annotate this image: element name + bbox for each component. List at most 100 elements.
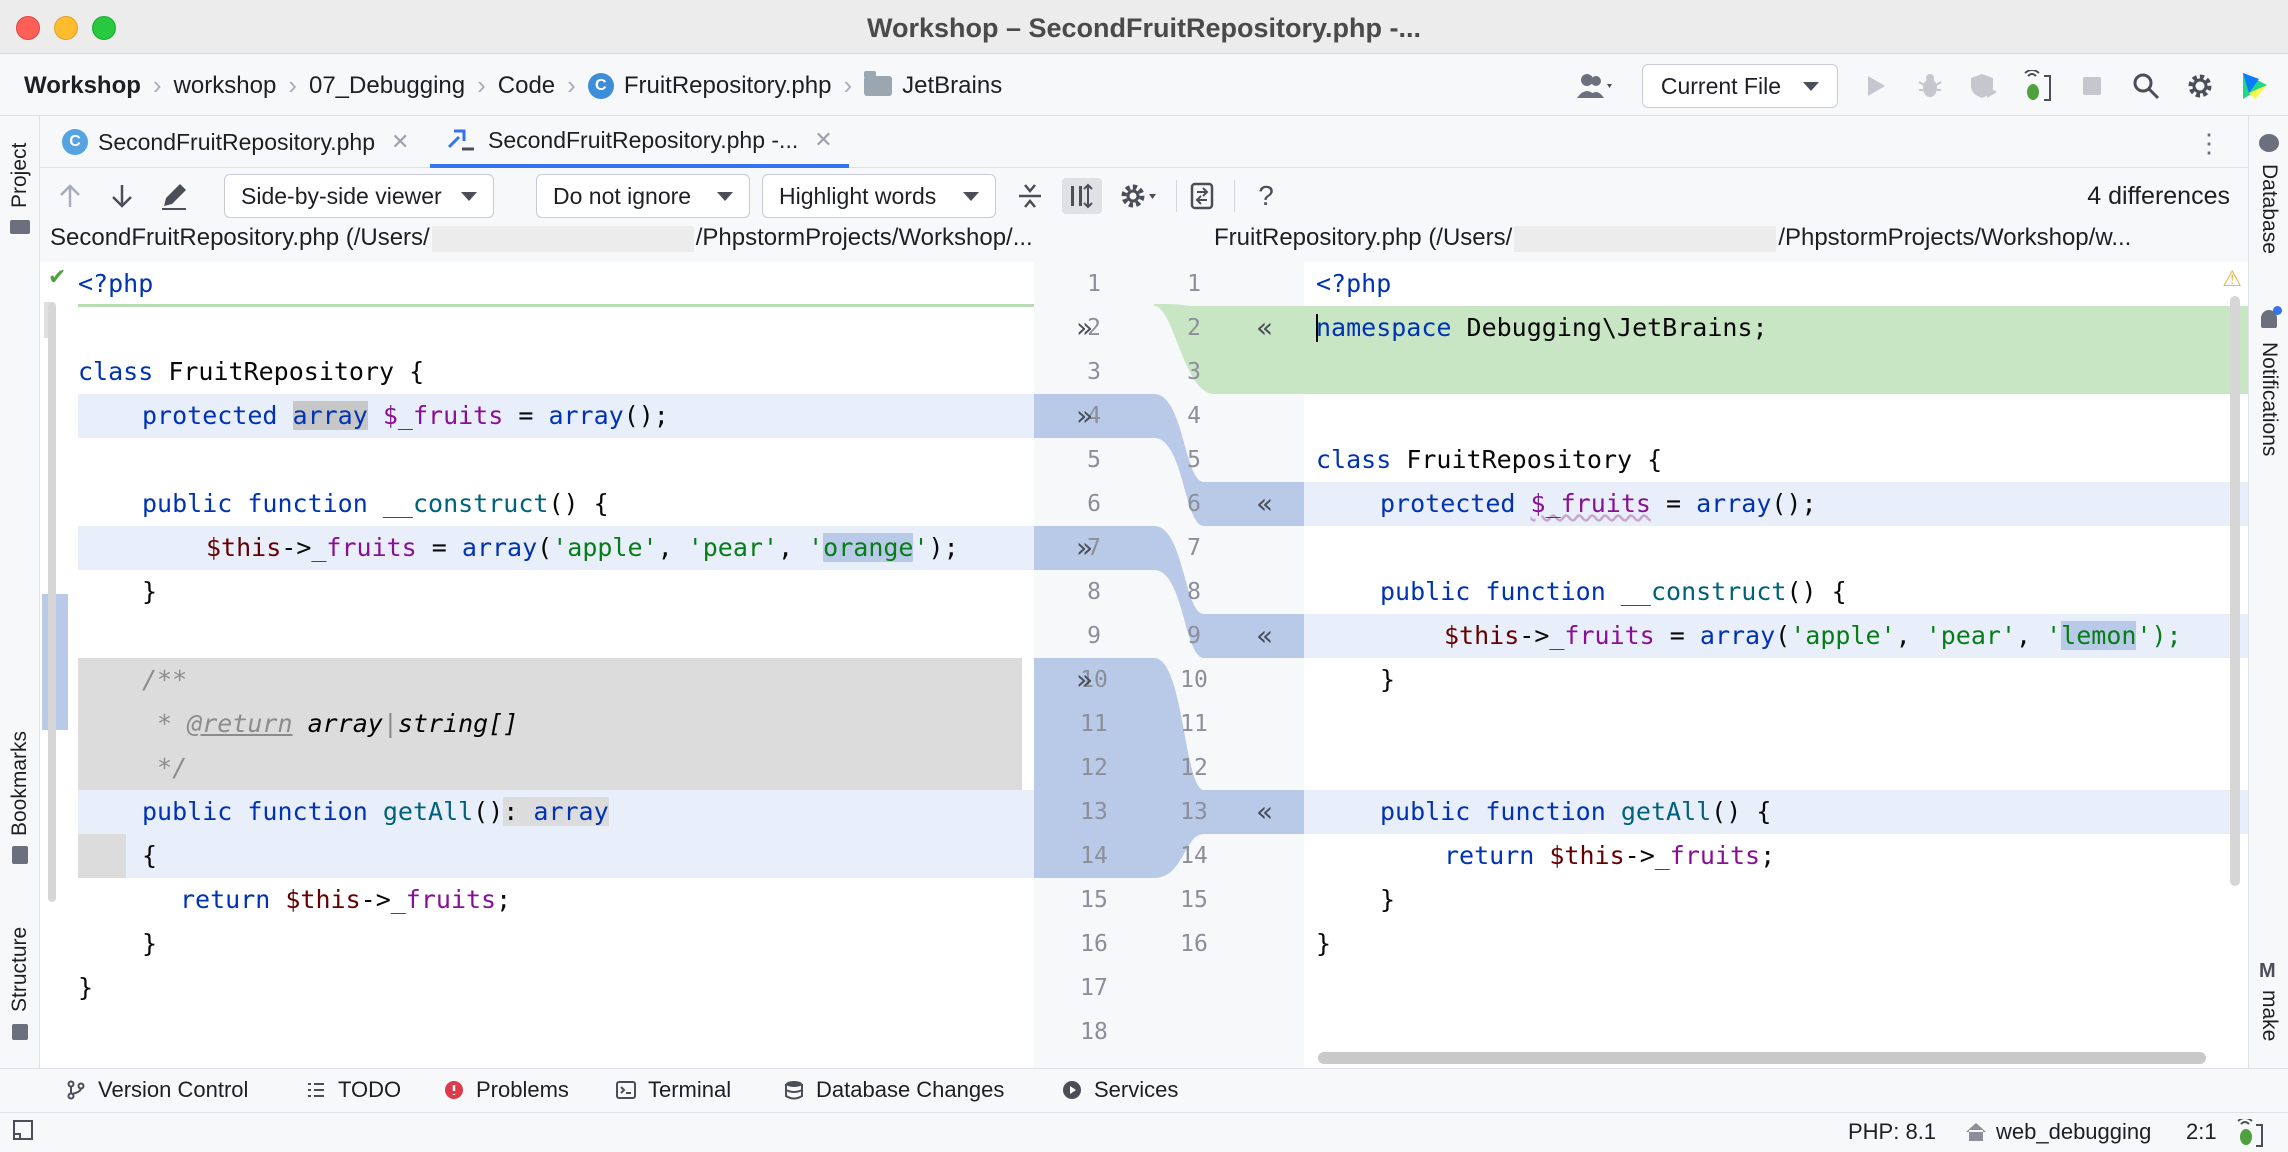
redacted-username [431, 225, 694, 252]
debug-connections-icon[interactable] [2236, 1119, 2264, 1147]
viewer-mode-dropdown[interactable]: Side-by-side viewer [224, 174, 494, 218]
database-icon[interactable] [2259, 134, 2279, 152]
swap-sides-icon[interactable] [1186, 180, 1218, 212]
apply-left-change-icon[interactable]: » [1076, 658, 1093, 702]
run-configuration-dropdown[interactable]: Current File [1641, 64, 1838, 108]
right-path-suffix: /PhpstormProjects/Workshop/w... [1778, 224, 2132, 251]
breadcrumb-item-code[interactable]: Code [498, 72, 555, 100]
gear-icon[interactable] [2184, 70, 2216, 102]
breadcrumb-item-namespace[interactable]: JetBrains [864, 70, 1002, 100]
diff-gutter: 1 2 3 4 5 6 7 8 9 10 11 12 13 14 15 16 1… [1034, 262, 1304, 1068]
sync-scroll-icon[interactable] [1062, 178, 1102, 214]
apply-right-change-icon[interactable]: « [1256, 790, 1273, 834]
breadcrumb-item-project[interactable]: Workshop [24, 72, 141, 100]
tool-window-bar: Version Control TODO Problems Terminal D… [0, 1068, 2288, 1112]
make-tool-button[interactable]: make [2257, 990, 2281, 1041]
coverage-icon[interactable] [1968, 70, 2000, 102]
user-icon[interactable] [1572, 70, 1620, 102]
tool-version-control[interactable]: Version Control [66, 1077, 248, 1103]
run-icon[interactable] [1860, 70, 1892, 102]
left-vertical-scrollbar[interactable] [48, 302, 56, 902]
server-selector[interactable]: web_debugging [1964, 1119, 2151, 1145]
listen-debug-connections-icon[interactable] [2022, 70, 2054, 102]
debug-icon[interactable] [1914, 70, 1946, 102]
edit-source-icon[interactable] [158, 180, 190, 212]
left-line-number: 11 [1080, 711, 1108, 737]
code-token: __construct [382, 489, 549, 518]
apply-right-change-icon[interactable]: « [1256, 306, 1273, 350]
right-line-number: 2 [1187, 315, 1201, 341]
code-token: ' [2046, 621, 2062, 650]
nav-toolbar: Current File [1572, 64, 2270, 108]
code-token: ( [537, 533, 553, 562]
tool-terminal[interactable]: Terminal [616, 1077, 731, 1103]
php-version[interactable]: PHP: 8.1 [1848, 1119, 1936, 1145]
apply-left-change-icon[interactable]: » [1076, 526, 1093, 570]
code-token: = [1650, 489, 1697, 518]
make-icon[interactable]: M [2259, 960, 2276, 983]
code-token: } [1316, 929, 1332, 958]
right-tool-strip: Database Notifications M make [2248, 116, 2288, 1068]
tool-database-changes[interactable]: Database Changes [784, 1077, 1004, 1103]
apply-right-change-icon[interactable]: « [1256, 614, 1273, 658]
apply-right-change-icon[interactable]: « [1256, 482, 1273, 526]
collapse-unchanged-icon[interactable] [1014, 180, 1046, 212]
code-token: -> [281, 533, 312, 562]
warning-icon[interactable]: ⚠ [2222, 266, 2242, 292]
apply-left-change-icon[interactable]: » [1076, 394, 1093, 438]
code-token: ( [1775, 621, 1791, 650]
next-difference-icon[interactable] [106, 180, 138, 212]
left-line-number: 1 [1087, 271, 1101, 297]
caret-position[interactable]: 2:1 [2186, 1119, 2217, 1145]
left-editor[interactable]: ✔ <?php class FruitRepository { protecte… [40, 262, 1034, 1068]
code-token: function [1485, 577, 1606, 606]
gear-icon[interactable] [1118, 180, 1162, 212]
whitespace-ignore-dropdown[interactable]: Do not ignore [536, 174, 750, 218]
code-line: } [40, 570, 1034, 614]
project-tool-button[interactable]: Project [8, 143, 32, 208]
breadcrumb-item-workshop[interactable]: workshop [174, 72, 277, 100]
help-icon[interactable]: ? [1250, 180, 1282, 212]
services-icon [1063, 1081, 1081, 1099]
close-icon[interactable]: ✕ [391, 129, 409, 155]
code-token: __construct [1620, 577, 1787, 606]
editor-tabs: C SecondFruitRepository.php ✕ SecondFrui… [40, 116, 2248, 168]
breadcrumb-item-debugging[interactable]: 07_Debugging [309, 72, 465, 100]
code-token: * [142, 709, 188, 738]
stop-icon[interactable] [2076, 70, 2108, 102]
error-icon [445, 1081, 463, 1099]
code-token: } [142, 577, 158, 606]
database-tool-button[interactable]: Database [2257, 164, 2281, 254]
server-label: web_debugging [1996, 1119, 2152, 1144]
bookmarks-tool-button[interactable]: Bookmarks [8, 731, 32, 836]
tab-diff[interactable]: SecondFruitRepository.php -... ✕ [430, 116, 849, 168]
right-editor[interactable]: <?php ⚠ namespace Debugging\JetBrains; c… [1304, 262, 2248, 1068]
right-horizontal-scrollbar[interactable] [1318, 1052, 2206, 1064]
toggle-tool-windows-icon[interactable] [12, 1119, 34, 1141]
close-icon[interactable]: ✕ [814, 127, 832, 153]
tool-problems[interactable]: Problems [444, 1077, 569, 1103]
notifications-tool-button[interactable]: Notifications [2257, 342, 2281, 456]
jetbrains-logo-icon[interactable] [2238, 70, 2270, 102]
code-token-changed: array [292, 401, 368, 430]
search-icon[interactable] [2130, 70, 2162, 102]
tool-services[interactable]: Services [1062, 1077, 1178, 1103]
breadcrumb-item-file[interactable]: C FruitRepository.php [587, 72, 831, 100]
bookmark-icon[interactable] [12, 846, 28, 864]
right-line-number: 3 [1187, 359, 1201, 385]
tool-todo[interactable]: TODO [306, 1077, 401, 1103]
right-path-prefix: FruitRepository.php (/Users/ [1214, 224, 1513, 251]
highlight-mode-dropdown[interactable]: Highlight words [762, 174, 996, 218]
tool-label: Terminal [648, 1077, 732, 1102]
previous-difference-icon[interactable] [54, 180, 86, 212]
chevron-down-icon [1803, 81, 1819, 91]
apply-left-change-icon[interactable]: » [1076, 306, 1093, 350]
more-options-icon[interactable]: ⋮ [2196, 128, 2222, 159]
structure-tool-button[interactable]: Structure [8, 927, 32, 1012]
right-vertical-scrollbar[interactable] [2230, 296, 2240, 886]
right-line-number: 16 [1180, 931, 1208, 957]
folder-icon[interactable] [10, 220, 30, 234]
structure-icon[interactable] [12, 1024, 28, 1040]
code-token: 'apple' [1790, 621, 1896, 650]
tab-second-fruit-repository[interactable]: C SecondFruitRepository.php ✕ [46, 116, 425, 168]
